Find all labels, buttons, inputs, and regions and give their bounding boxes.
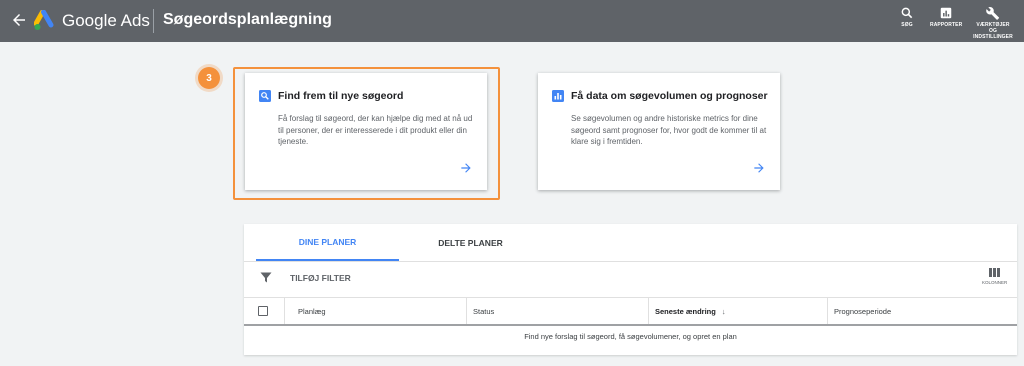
column-header-label: Planlæg	[298, 306, 326, 316]
column-header-last-changed[interactable]: Seneste ændring ↓	[655, 298, 726, 324]
select-all-checkbox[interactable]	[258, 306, 268, 316]
plans-panel: DINE PLANER DELTE PLANER TILFØJ FILTER K…	[244, 224, 1017, 355]
divider	[244, 261, 1017, 262]
columns-icon	[989, 268, 1001, 277]
find-keywords-card[interactable]: Find frem til nye søgeord Få forslag til…	[245, 73, 487, 190]
wrench-icon	[986, 6, 1000, 20]
tab-delte-planer[interactable]: DELTE PLANER	[399, 224, 542, 261]
card-description: Se søgevolumen og andre historiske metri…	[571, 114, 767, 146]
column-separator	[466, 298, 467, 324]
sort-down-icon: ↓	[721, 306, 726, 316]
step-badge: 3	[198, 67, 220, 89]
search-icon	[259, 90, 271, 102]
card-header: Få data om søgevolumen og prognoser	[552, 90, 768, 102]
reports-label: RAPPORTER	[930, 22, 963, 28]
search-volume-forecast-card[interactable]: Få data om søgevolumen og prognoser Se s…	[538, 73, 780, 190]
tools-settings-button[interactable]: VÆRKTØJER OG INDSTILLINGER	[972, 6, 1014, 40]
columns-button[interactable]: KOLONNER	[982, 268, 1007, 285]
filter-icon	[260, 272, 272, 283]
column-header-forecast-period[interactable]: Prognoseperiode	[834, 298, 891, 324]
bar-chart-icon	[552, 90, 564, 102]
column-separator	[648, 298, 649, 324]
column-header-label: Seneste ændring	[655, 306, 716, 316]
plans-tabs: DINE PLANER DELTE PLANER	[244, 224, 1017, 261]
column-header-label: Status	[473, 306, 495, 316]
column-header-label: Prognoseperiode	[834, 306, 892, 316]
card-title: Få data om søgevolumen og prognoser	[571, 90, 768, 102]
arrow-right-icon[interactable]	[752, 161, 766, 175]
back-arrow-icon[interactable]	[10, 11, 28, 29]
card-header: Find frem til nye søgeord	[259, 90, 403, 102]
tab-dine-planer[interactable]: DINE PLANER	[256, 224, 399, 261]
google-ads-logo	[34, 10, 54, 30]
add-filter-button[interactable]: TILFØJ FILTER	[260, 272, 351, 283]
brand-name: Google Ads	[62, 11, 150, 30]
add-filter-label: TILFØJ FILTER	[290, 272, 351, 283]
reports-button[interactable]: RAPPORTER	[930, 6, 962, 28]
divider	[153, 9, 154, 33]
search-icon	[901, 7, 913, 19]
header-underline	[244, 324, 1017, 326]
search-button[interactable]: SØG	[900, 6, 914, 28]
search-label: SØG	[901, 22, 913, 28]
arrow-right-icon[interactable]	[459, 161, 473, 175]
card-title: Find frem til nye søgeord	[278, 90, 404, 102]
column-header-status[interactable]: Status	[473, 298, 494, 324]
column-separator	[284, 298, 285, 324]
divider	[244, 297, 1017, 298]
reports-icon	[940, 7, 952, 19]
top-bar: Google Ads Søgeordsplanlægning SØG RAPPO…	[0, 0, 1024, 42]
tools-settings-label: VÆRKTØJER OG INDSTILLINGER	[973, 22, 1013, 40]
empty-state-message: Find nye forslag til søgeord, få søgevol…	[524, 332, 737, 341]
column-separator	[827, 298, 828, 324]
columns-label: KOLONNER	[982, 280, 1008, 285]
page-title: Søgeordsplanlægning	[163, 11, 332, 28]
card-description: Få forslag til søgeord, der kan hjælpe d…	[278, 114, 473, 146]
column-header-plan[interactable]: Planlæg	[298, 298, 326, 324]
